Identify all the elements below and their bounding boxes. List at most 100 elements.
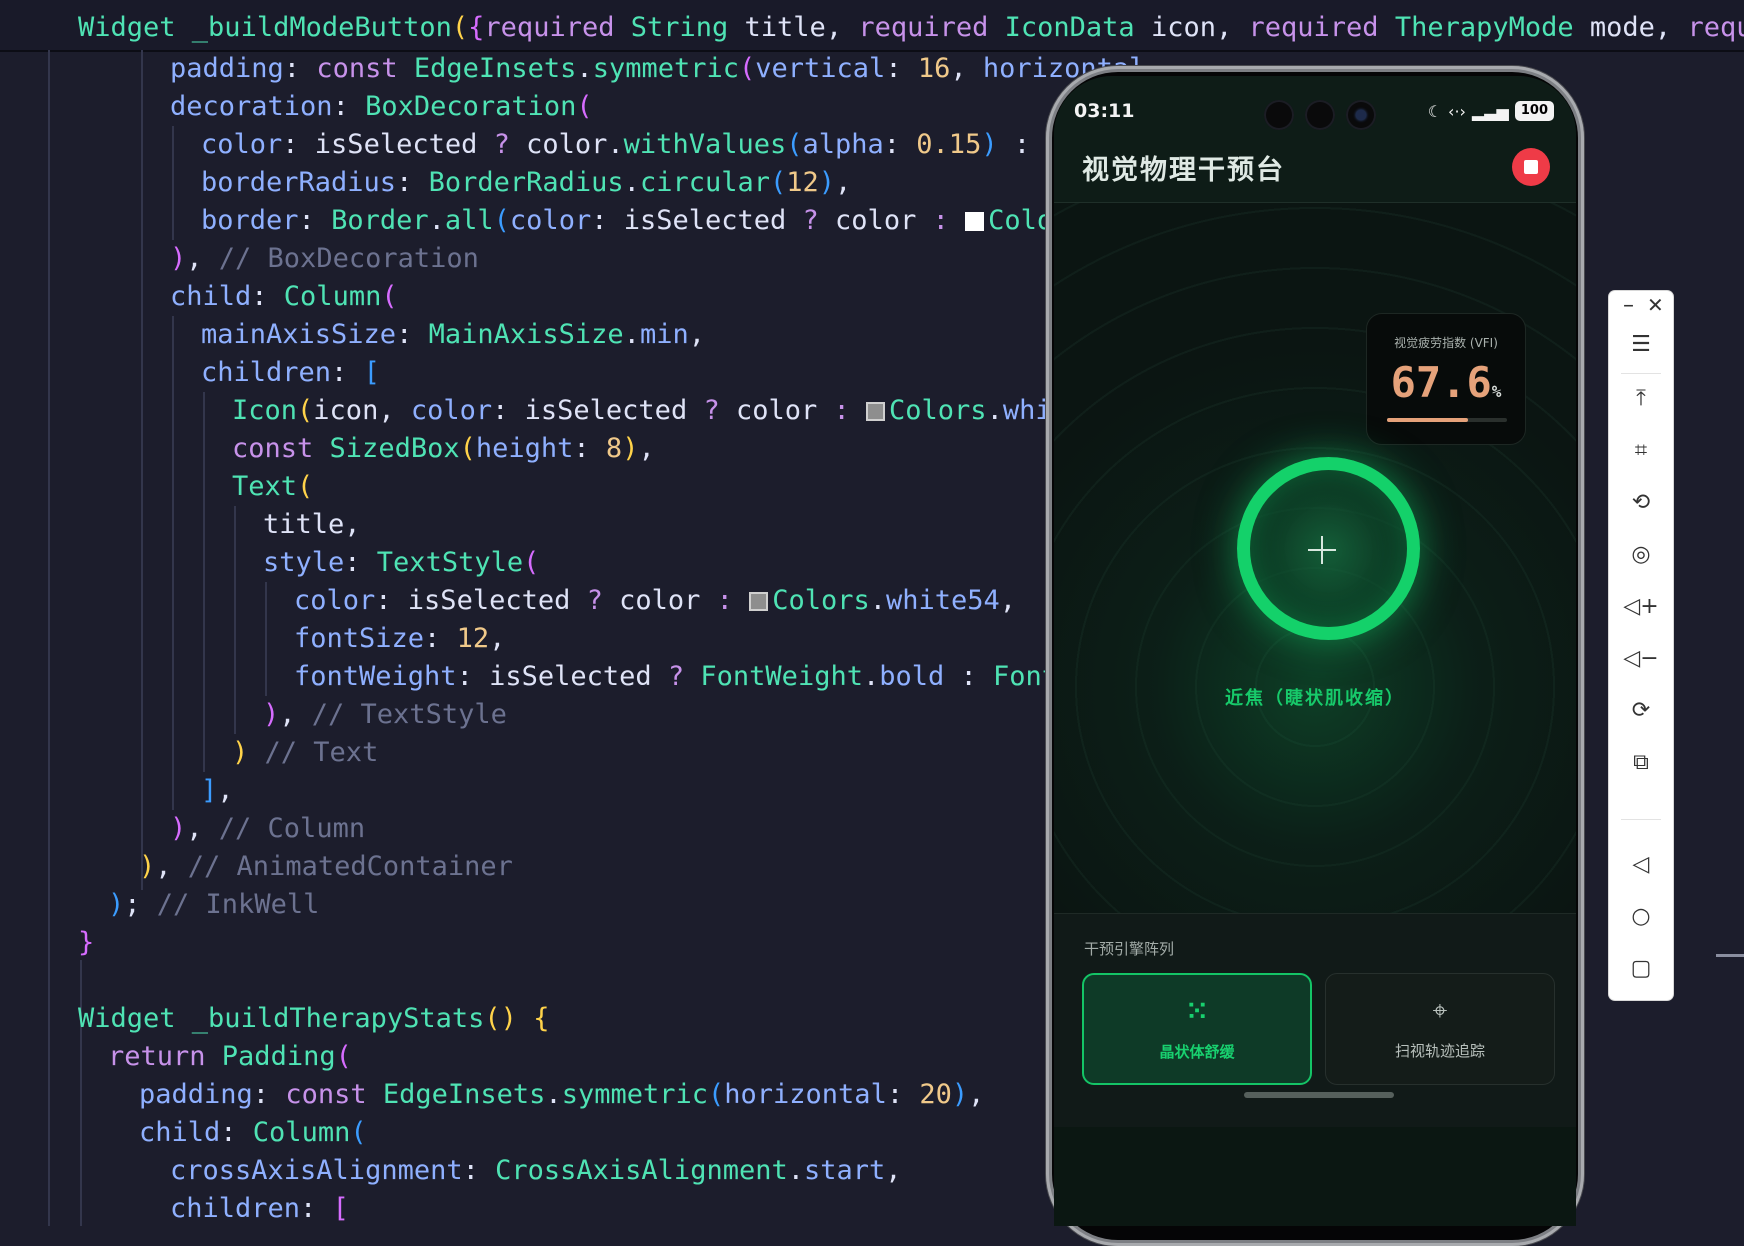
code-token: : <box>251 281 284 312</box>
code-token: , <box>378 395 411 426</box>
code-token: , <box>344 509 361 540</box>
code-token: String <box>630 12 745 43</box>
vfi-progress-fill <box>1387 418 1469 422</box>
code-token: fontWeight <box>294 661 457 692</box>
status-time: 03:11 <box>1074 100 1135 122</box>
code-token: crossAxisAlignment <box>170 1155 463 1186</box>
code-token: : <box>492 395 525 426</box>
code-token: icon <box>313 395 379 426</box>
code-token: color <box>835 205 933 236</box>
phone-screen[interactable]: 03:11 ☾ ‹·› ▂▃▅ 100 视觉物理干预台 视觉疲劳指数 (VFI)… <box>1054 76 1576 1226</box>
code-token: Padding <box>221 1041 336 1072</box>
status-bar: 03:11 ☾ ‹·› ▂▃▅ 100 <box>1054 76 1576 136</box>
code-token: isSelected <box>623 205 803 236</box>
code-token: isSelected <box>407 585 587 616</box>
code-token: color <box>294 585 376 616</box>
code-token: , <box>186 243 219 274</box>
code-token: TherapyMode <box>1394 12 1590 43</box>
recents-icon[interactable]: ▢ <box>1609 949 1673 989</box>
code-line: mainAxisSize: MainAxisSize.min, <box>201 316 705 354</box>
code-token: required <box>1687 12 1744 43</box>
volume-down-icon[interactable]: ◁− <box>1609 639 1673 679</box>
code-token: ( <box>523 547 540 578</box>
code-token: ) <box>139 851 156 882</box>
code-token: 8 <box>605 433 623 464</box>
minimize-icon[interactable]: – <box>1623 293 1634 318</box>
menu-icon[interactable]: ☰ <box>1609 325 1673 365</box>
back-icon[interactable]: ◁ <box>1609 845 1673 885</box>
code-token: 0.15 <box>916 129 982 160</box>
vfi-card: 视觉疲劳指数 (VFI) 67.6% <box>1366 313 1526 445</box>
page-title: 视觉物理干预台 <box>1082 155 1285 186</box>
code-token: TextStyle <box>376 547 524 578</box>
rotate-icon[interactable]: ⟲ <box>1609 483 1673 523</box>
code-token: ( <box>708 1079 725 1110</box>
crosshair-plus-icon <box>1308 536 1336 564</box>
target-icon[interactable]: ◎ <box>1609 535 1673 575</box>
code-token: const <box>316 53 414 84</box>
code-token: ( <box>350 1117 367 1148</box>
screenshot-icon[interactable]: ⧉ <box>1609 743 1673 783</box>
code-token: 20 <box>919 1079 952 1110</box>
code-token: start <box>804 1155 886 1186</box>
code-token: vertical <box>755 53 886 84</box>
code-token: Widget <box>78 1003 192 1034</box>
code-token: EdgeInsets <box>382 1079 546 1110</box>
code-token: , <box>279 699 312 730</box>
status-icons: ☾ ‹·› ▂▃▅ 100 <box>1428 100 1554 122</box>
code-token: child <box>139 1117 221 1148</box>
code-line: color: isSelected ? color : Colors.white… <box>294 582 1016 620</box>
code-token: _buildTherapyStats <box>191 1003 485 1034</box>
code-token: BorderRadius <box>428 167 624 198</box>
code-token: ( <box>335 1041 352 1072</box>
code-token: // BoxDecoration <box>218 243 479 274</box>
pin-top-icon[interactable]: ⤒ <box>1609 379 1673 419</box>
code-token: required <box>484 12 631 43</box>
code-token: child <box>170 281 252 312</box>
mode-button-label: 晶状体舒缓 <box>1159 1043 1235 1061</box>
home-icon[interactable]: ○ <box>1609 897 1673 937</box>
code-token: ) <box>108 889 125 920</box>
code-token: Colors <box>772 585 870 616</box>
code-token: ? <box>493 129 527 160</box>
rotate-device-icon[interactable]: ⟳ <box>1609 691 1673 731</box>
indent-guide <box>265 582 267 696</box>
code-token: { <box>468 12 485 43</box>
indent-guide <box>172 316 174 810</box>
code-token: mode <box>1589 12 1655 43</box>
indent-guide <box>172 126 174 240</box>
code-token: Icon <box>232 395 298 426</box>
code-token: : <box>462 1155 496 1186</box>
code-line: children: [ <box>170 1190 349 1228</box>
code-line: fontSize: 12, <box>294 620 505 658</box>
code-token: { <box>533 1003 550 1034</box>
code-token: EdgeInsets <box>413 53 577 84</box>
code-token: . <box>428 205 445 236</box>
code-token: 12 <box>786 167 819 198</box>
mode-button-saccade-tracking[interactable]: ⌖ 扫视轨迹追踪 <box>1325 973 1555 1085</box>
code-token: Text <box>232 471 298 502</box>
code-token: // Column <box>218 813 366 844</box>
code-token: ) <box>981 129 998 160</box>
code-line: const SizedBox(height: 8), <box>232 430 655 468</box>
code-token: , <box>1654 12 1688 43</box>
volume-up-icon[interactable]: ◁+ <box>1609 587 1673 627</box>
code-token: : <box>300 1193 333 1224</box>
code-token: . <box>869 585 886 616</box>
code-token: : <box>332 91 366 122</box>
code-token: : <box>885 53 918 84</box>
code-token: white54 <box>886 585 1000 616</box>
code-token: required <box>1248 12 1395 43</box>
stop-button[interactable] <box>1512 148 1550 186</box>
code-token: : <box>932 205 966 236</box>
code-token: ) <box>170 243 187 274</box>
crop-icon[interactable]: ⌗ <box>1609 431 1673 471</box>
code-token: : <box>282 129 315 160</box>
home-indicator[interactable] <box>1244 1092 1394 1098</box>
mode-button-lens-relax[interactable]: ⁙ 晶状体舒缓 <box>1082 973 1312 1085</box>
code-line: title, <box>263 506 361 544</box>
close-icon[interactable]: ✕ <box>1647 293 1664 317</box>
code-token: 16 <box>917 53 951 84</box>
editor-scrollbar[interactable] <box>1716 954 1744 957</box>
